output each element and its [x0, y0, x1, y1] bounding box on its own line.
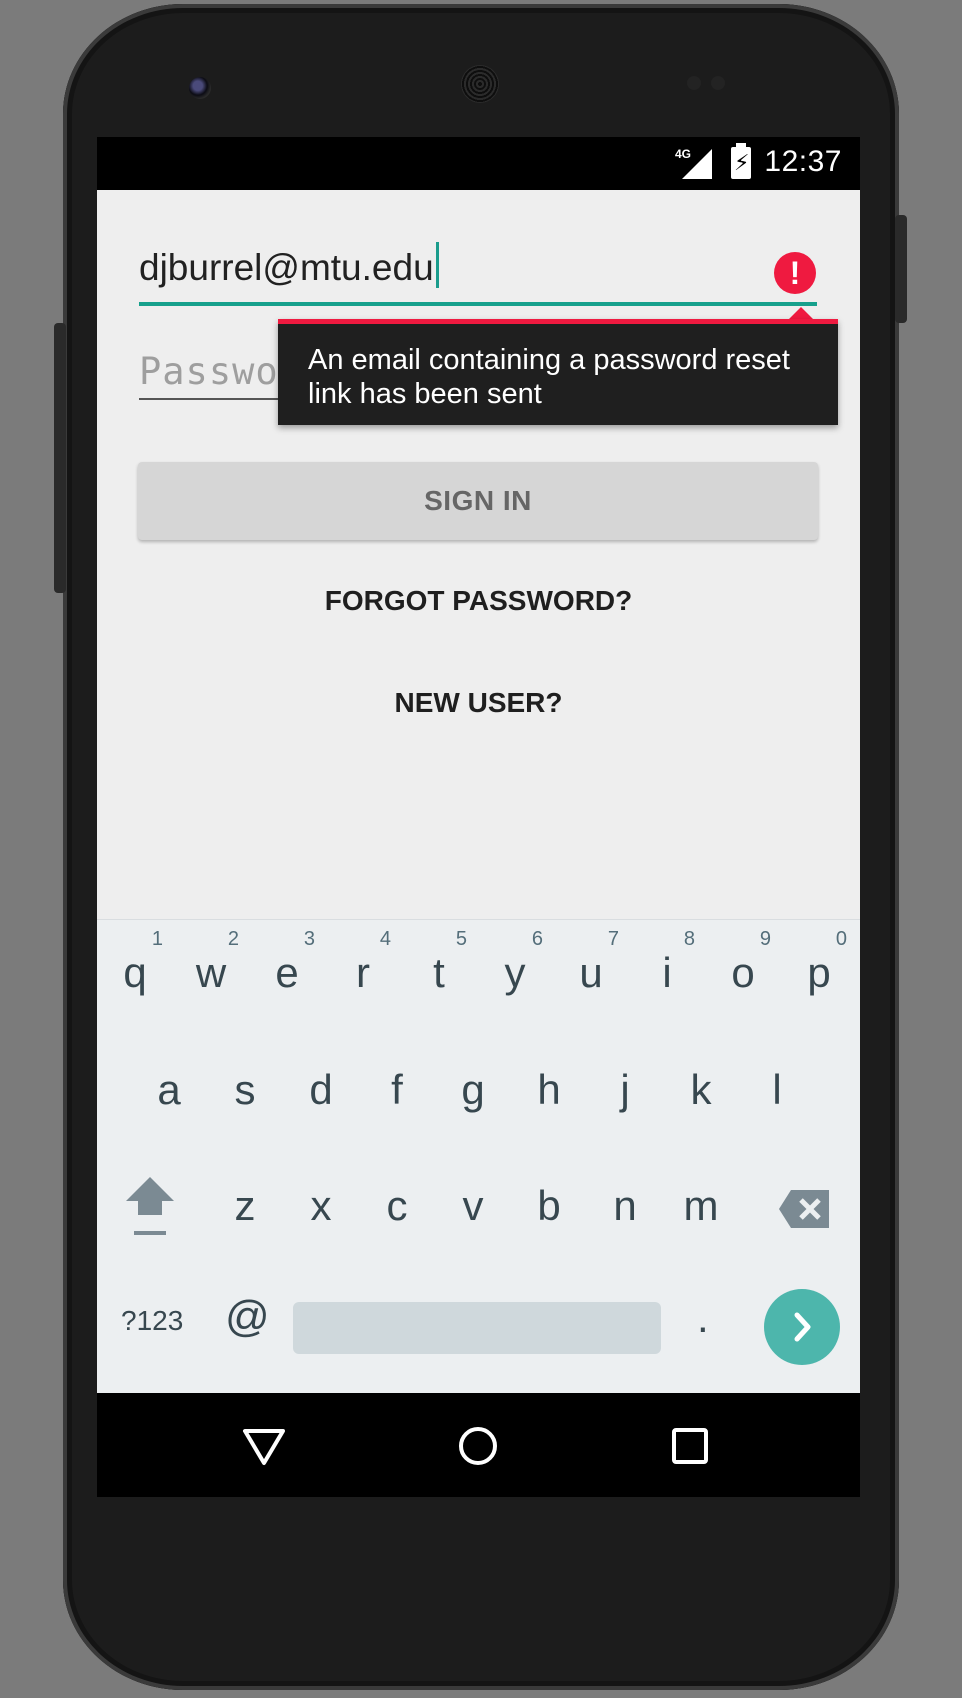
key-e[interactable]: 3e — [249, 920, 325, 1030]
key-label: i — [662, 949, 672, 996]
key-k[interactable]: k — [663, 1037, 739, 1147]
key-b[interactable]: b — [511, 1153, 587, 1263]
key-j[interactable]: j — [587, 1037, 663, 1147]
battery-charging-icon: ⚡ — [731, 143, 751, 179]
square-recents-icon[interactable] — [667, 1423, 713, 1469]
key-g[interactable]: g — [435, 1037, 511, 1147]
soft-keyboard: 1q2w3e4r5t6y7u8i9o0p a s d f g h j k l z x c v b nm ?… — [97, 919, 860, 1394]
earpiece-speaker — [461, 65, 499, 103]
key-label: v — [462, 1182, 484, 1229]
key-label: r — [356, 949, 370, 996]
power-button[interactable] — [895, 215, 907, 323]
key-label: h — [537, 1066, 561, 1113]
error-popup: An email containing a password reset lin… — [278, 319, 838, 425]
key-x[interactable]: x — [283, 1153, 359, 1263]
email-field[interactable]: djburrel@mtu.edu — [139, 242, 757, 292]
key-v[interactable]: v — [435, 1153, 511, 1263]
key-label: s — [234, 1066, 256, 1113]
login-screen: djburrel@mtu.edu ! Password An email con… — [97, 190, 860, 919]
key-o[interactable]: 9o — [705, 920, 781, 1030]
key-f[interactable]: f — [359, 1037, 435, 1147]
triangle-back-icon[interactable] — [241, 1423, 287, 1469]
space-bar[interactable] — [293, 1302, 661, 1354]
key-p[interactable]: 0p — [781, 920, 857, 1030]
key-label: n — [613, 1182, 637, 1229]
key-label: x — [310, 1182, 332, 1229]
symbols-key[interactable]: ?123 — [121, 1305, 183, 1337]
key-label: t — [433, 949, 445, 996]
key-s[interactable]: s — [207, 1037, 283, 1147]
volume-button[interactable] — [54, 323, 66, 593]
key-label: f — [391, 1066, 403, 1113]
key-label: p — [807, 949, 831, 996]
key-label: q — [123, 949, 147, 996]
phone-screen: 4G ⚡ 12:37 djburrel@mtu.edu ! Password A… — [97, 137, 860, 1497]
key-c[interactable]: c — [359, 1153, 435, 1263]
key-n[interactable]: n — [587, 1153, 663, 1263]
status-bar: 4G ⚡ 12:37 — [97, 137, 860, 190]
key-label: l — [772, 1066, 782, 1113]
key-z[interactable]: z — [207, 1153, 283, 1263]
key-d[interactable]: d — [283, 1037, 359, 1147]
signal-icon — [682, 149, 712, 179]
key-label: m — [683, 1182, 719, 1229]
new-user-button[interactable]: NEW USER? — [97, 686, 860, 720]
text-cursor — [435, 242, 439, 288]
chevron-right-icon — [794, 1312, 811, 1342]
front-camera — [189, 77, 211, 99]
forgot-password-button[interactable]: FORGOT PASSWORD? — [97, 584, 860, 618]
error-popup-text: An email containing a password reset lin… — [308, 344, 790, 410]
key-label: d — [309, 1066, 333, 1113]
key-w[interactable]: 2w — [173, 920, 249, 1030]
key-label: o — [731, 949, 755, 996]
proximity-sensor — [687, 76, 701, 90]
period-key[interactable]: . — [697, 1294, 709, 1342]
key-u[interactable]: 7u — [553, 920, 629, 1030]
email-value: djburrel@mtu.edu — [139, 247, 434, 288]
key-t[interactable]: 5t — [401, 920, 477, 1030]
key-label: g — [461, 1066, 485, 1113]
circle-home-icon[interactable] — [455, 1423, 501, 1469]
key-label: z — [234, 1182, 256, 1229]
at-key[interactable]: @ — [225, 1292, 270, 1342]
key-l[interactable]: l — [739, 1037, 815, 1147]
key-r[interactable]: 4r — [325, 920, 401, 1030]
key-i[interactable]: 8i — [629, 920, 705, 1030]
sign-in-button[interactable]: SIGN IN — [138, 462, 818, 540]
key-label: u — [579, 949, 603, 996]
key-label: y — [504, 949, 526, 996]
light-sensor — [711, 76, 725, 90]
exclamation-icon[interactable]: ! — [774, 252, 816, 294]
shift-icon[interactable] — [124, 1175, 176, 1237]
key-label: a — [157, 1066, 181, 1113]
key-a[interactable]: a — [131, 1037, 207, 1147]
email-underline — [139, 302, 817, 306]
status-time: 12:37 — [764, 145, 842, 178]
key-label: w — [195, 949, 227, 996]
key-label: b — [537, 1182, 561, 1229]
key-h[interactable]: h — [511, 1037, 587, 1147]
key-q[interactable]: 1q — [97, 920, 173, 1030]
key-label: e — [275, 949, 299, 996]
backspace-icon[interactable] — [779, 1190, 829, 1228]
key-label: c — [386, 1182, 408, 1229]
key-label: j — [620, 1066, 630, 1113]
go-button[interactable] — [764, 1289, 840, 1365]
key-label: k — [690, 1066, 712, 1113]
error-popup-pointer — [789, 307, 813, 319]
key-m[interactable]: m — [663, 1153, 739, 1263]
navigation-bar — [97, 1393, 860, 1497]
key-y[interactable]: 6y — [477, 920, 553, 1030]
